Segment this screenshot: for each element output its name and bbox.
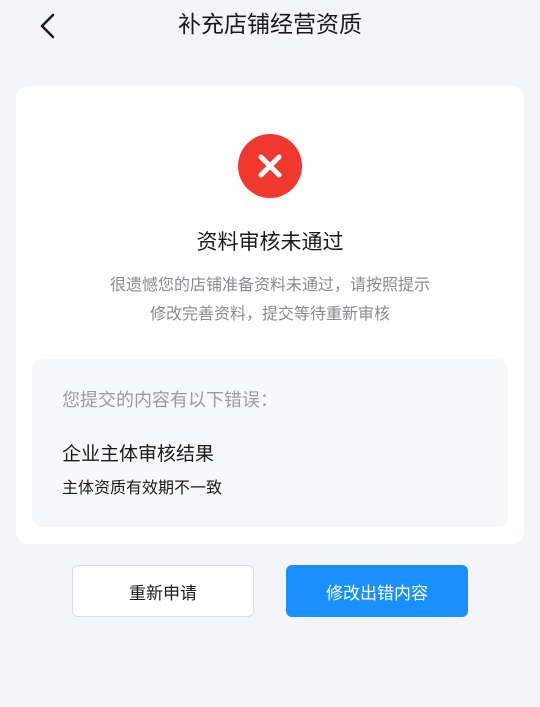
error-item-detail: 主体资质有效期不一致 [62, 478, 223, 497]
status-description-line: 很遗憾您的店铺准备资料未通过，请按照提示 [109, 275, 430, 294]
status-description-line: 修改完善资料，提交等待重新审核 [149, 304, 390, 323]
edit-errors-button[interactable]: 修改出错内容 [286, 565, 468, 617]
error-item-title: 企业主体审核结果 [62, 443, 215, 465]
navigation-bar: 补充店铺经营资质 [0, 0, 540, 52]
error-x-icon [238, 134, 302, 198]
review-result-card: 资料审核未通过 很遗憾您的店铺准备资料未通过，请按照提示 修改完善资料，提交等待… [16, 86, 524, 544]
error-list: 您提交的内容有以下错误： 企业主体审核结果 主体资质有效期不一致 [32, 359, 508, 527]
reapply-button[interactable]: 重新申请 [72, 565, 254, 617]
status-description: 很遗憾您的店铺准备资料未通过，请按照提示 修改完善资料，提交等待重新审核 [76, 270, 464, 328]
status-title: 资料审核未通过 [196, 230, 344, 254]
error-list-heading: 您提交的内容有以下错误： [62, 390, 278, 411]
page-title: 补充店铺经营资质 [178, 12, 362, 38]
